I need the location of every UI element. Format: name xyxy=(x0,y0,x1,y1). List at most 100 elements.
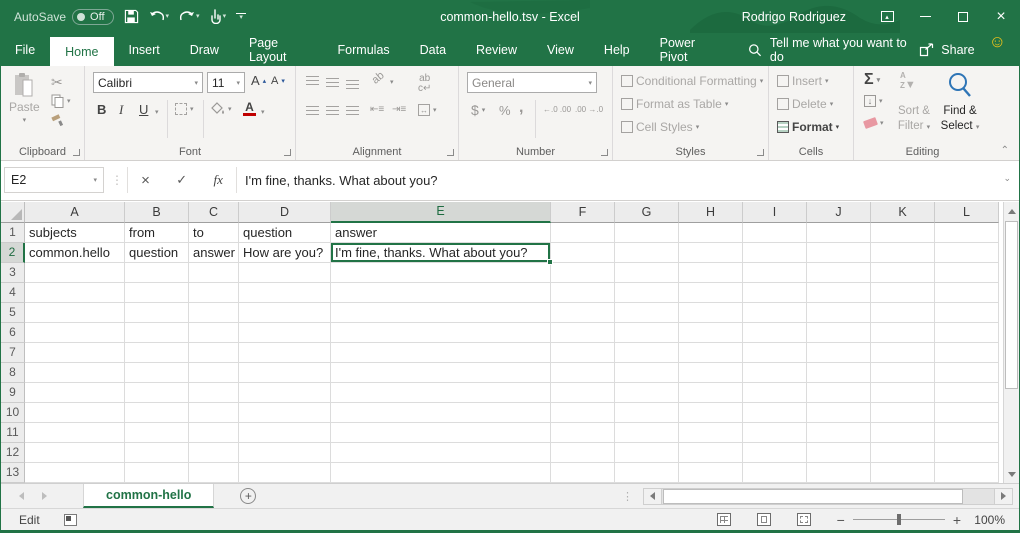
formula-bar-resize-handle[interactable]: ⋮ xyxy=(111,173,123,187)
cell-D1[interactable]: question xyxy=(239,223,331,243)
cell-F6[interactable] xyxy=(551,323,615,343)
cell-F13[interactable] xyxy=(551,463,615,483)
cell-A8[interactable] xyxy=(25,363,125,383)
fill-handle[interactable] xyxy=(547,259,553,265)
zoom-out-button[interactable]: − xyxy=(837,512,845,528)
cell-L8[interactable] xyxy=(935,363,999,383)
cell-F3[interactable] xyxy=(551,263,615,283)
cell-I13[interactable] xyxy=(743,463,807,483)
cell-H5[interactable] xyxy=(679,303,743,323)
format-cells-button[interactable]: Format▾ xyxy=(777,120,839,134)
percent-button[interactable]: % xyxy=(499,103,511,118)
scroll-right-arrow[interactable] xyxy=(994,489,1012,504)
cell-K5[interactable] xyxy=(871,303,935,323)
cell-G8[interactable] xyxy=(615,363,679,383)
column-header-L[interactable]: L xyxy=(935,202,999,223)
cell-I5[interactable] xyxy=(743,303,807,323)
expand-formula-bar-button[interactable]: ⌄ xyxy=(1003,173,1011,184)
cell-I8[interactable] xyxy=(743,363,807,383)
tab-insert[interactable]: Insert xyxy=(114,33,175,66)
column-header-I[interactable]: I xyxy=(743,202,807,223)
clear-button[interactable]: ▾ xyxy=(864,119,884,127)
cell-E9[interactable] xyxy=(331,383,551,403)
number-dialog-launcher[interactable] xyxy=(601,149,608,156)
align-top-icon[interactable] xyxy=(306,76,319,85)
cell-L5[interactable] xyxy=(935,303,999,323)
cell-A13[interactable] xyxy=(25,463,125,483)
cell-I10[interactable] xyxy=(743,403,807,423)
cell-L12[interactable] xyxy=(935,443,999,463)
cell-I2[interactable] xyxy=(743,243,807,263)
column-header-F[interactable]: F xyxy=(551,202,615,223)
cell-G3[interactable] xyxy=(615,263,679,283)
row-header-3[interactable]: 3 xyxy=(1,263,25,283)
cell-A1[interactable]: subjects xyxy=(25,223,125,243)
cell-F2[interactable] xyxy=(551,243,615,263)
cell-B6[interactable] xyxy=(125,323,189,343)
row-header-11[interactable]: 11 xyxy=(1,423,25,443)
formula-input[interactable]: I'm fine, thanks. What about you? xyxy=(245,167,989,193)
cell-K4[interactable] xyxy=(871,283,935,303)
cell-C7[interactable] xyxy=(189,343,239,363)
cell-K2[interactable] xyxy=(871,243,935,263)
underline-caret[interactable]: ▾ xyxy=(155,108,159,116)
cell-E4[interactable] xyxy=(331,283,551,303)
cell-D11[interactable] xyxy=(239,423,331,443)
cell-H8[interactable] xyxy=(679,363,743,383)
autosave-toggle[interactable]: AutoSave Off xyxy=(14,9,114,25)
horizontal-scrollbar[interactable] xyxy=(643,488,1013,505)
cell-E3[interactable] xyxy=(331,263,551,283)
cell-styles-button[interactable]: Cell Styles▾ xyxy=(621,120,699,134)
next-sheet-arrow[interactable] xyxy=(42,492,47,500)
cell-D4[interactable] xyxy=(239,283,331,303)
column-header-H[interactable]: H xyxy=(679,202,743,223)
copy-button[interactable]: ▾ xyxy=(51,94,71,108)
cell-L6[interactable] xyxy=(935,323,999,343)
align-bottom-icon[interactable] xyxy=(346,80,359,89)
column-header-G[interactable]: G xyxy=(615,202,679,223)
cell-C12[interactable] xyxy=(189,443,239,463)
insert-cells-button[interactable]: Insert▾ xyxy=(777,74,829,88)
cell-H10[interactable] xyxy=(679,403,743,423)
conditional-formatting-button[interactable]: Conditional Formatting▾ xyxy=(621,74,763,88)
cell-E13[interactable] xyxy=(331,463,551,483)
cell-K6[interactable] xyxy=(871,323,935,343)
page-break-view-button[interactable] xyxy=(797,513,811,526)
autosum-button[interactable]: Σ▾ xyxy=(864,71,880,89)
sheet-tab-common-hello[interactable]: common-hello xyxy=(83,484,214,508)
cell-B3[interactable] xyxy=(125,263,189,283)
paste-button[interactable]: Paste ▾ xyxy=(9,72,40,124)
cell-I11[interactable] xyxy=(743,423,807,443)
tab-formulas[interactable]: Formulas xyxy=(323,33,405,66)
borders-button[interactable]: ▾ xyxy=(175,103,194,115)
cell-J2[interactable] xyxy=(807,243,871,263)
zoom-in-button[interactable]: + xyxy=(953,512,961,528)
column-header-D[interactable]: D xyxy=(239,202,331,223)
cell-L13[interactable] xyxy=(935,463,999,483)
row-header-12[interactable]: 12 xyxy=(1,443,25,463)
horizontal-scroll-thumb[interactable] xyxy=(663,489,963,504)
cell-H12[interactable] xyxy=(679,443,743,463)
row-header-5[interactable]: 5 xyxy=(1,303,25,323)
fill-button[interactable]: ↓▾ xyxy=(864,95,883,107)
cell-K1[interactable] xyxy=(871,223,935,243)
tab-draw[interactable]: Draw xyxy=(175,33,234,66)
cell-F10[interactable] xyxy=(551,403,615,423)
wrap-text-button[interactable]: abc↵ xyxy=(418,74,431,94)
cell-L3[interactable] xyxy=(935,263,999,283)
enter-button[interactable]: ✓ xyxy=(176,172,187,188)
cell-J10[interactable] xyxy=(807,403,871,423)
feedback-smiley-icon[interactable]: ☺ xyxy=(989,33,1006,66)
cell-B9[interactable] xyxy=(125,383,189,403)
cell-B7[interactable] xyxy=(125,343,189,363)
cell-A7[interactable] xyxy=(25,343,125,363)
cell-B13[interactable] xyxy=(125,463,189,483)
normal-view-button[interactable] xyxy=(717,513,731,526)
cell-C4[interactable] xyxy=(189,283,239,303)
cell-C10[interactable] xyxy=(189,403,239,423)
cell-F5[interactable] xyxy=(551,303,615,323)
row-header-4[interactable]: 4 xyxy=(1,283,25,303)
tab-power-pivot[interactable]: Power Pivot xyxy=(645,33,731,66)
fill-color-button[interactable]: ▾ xyxy=(211,102,232,115)
column-header-J[interactable]: J xyxy=(807,202,871,223)
